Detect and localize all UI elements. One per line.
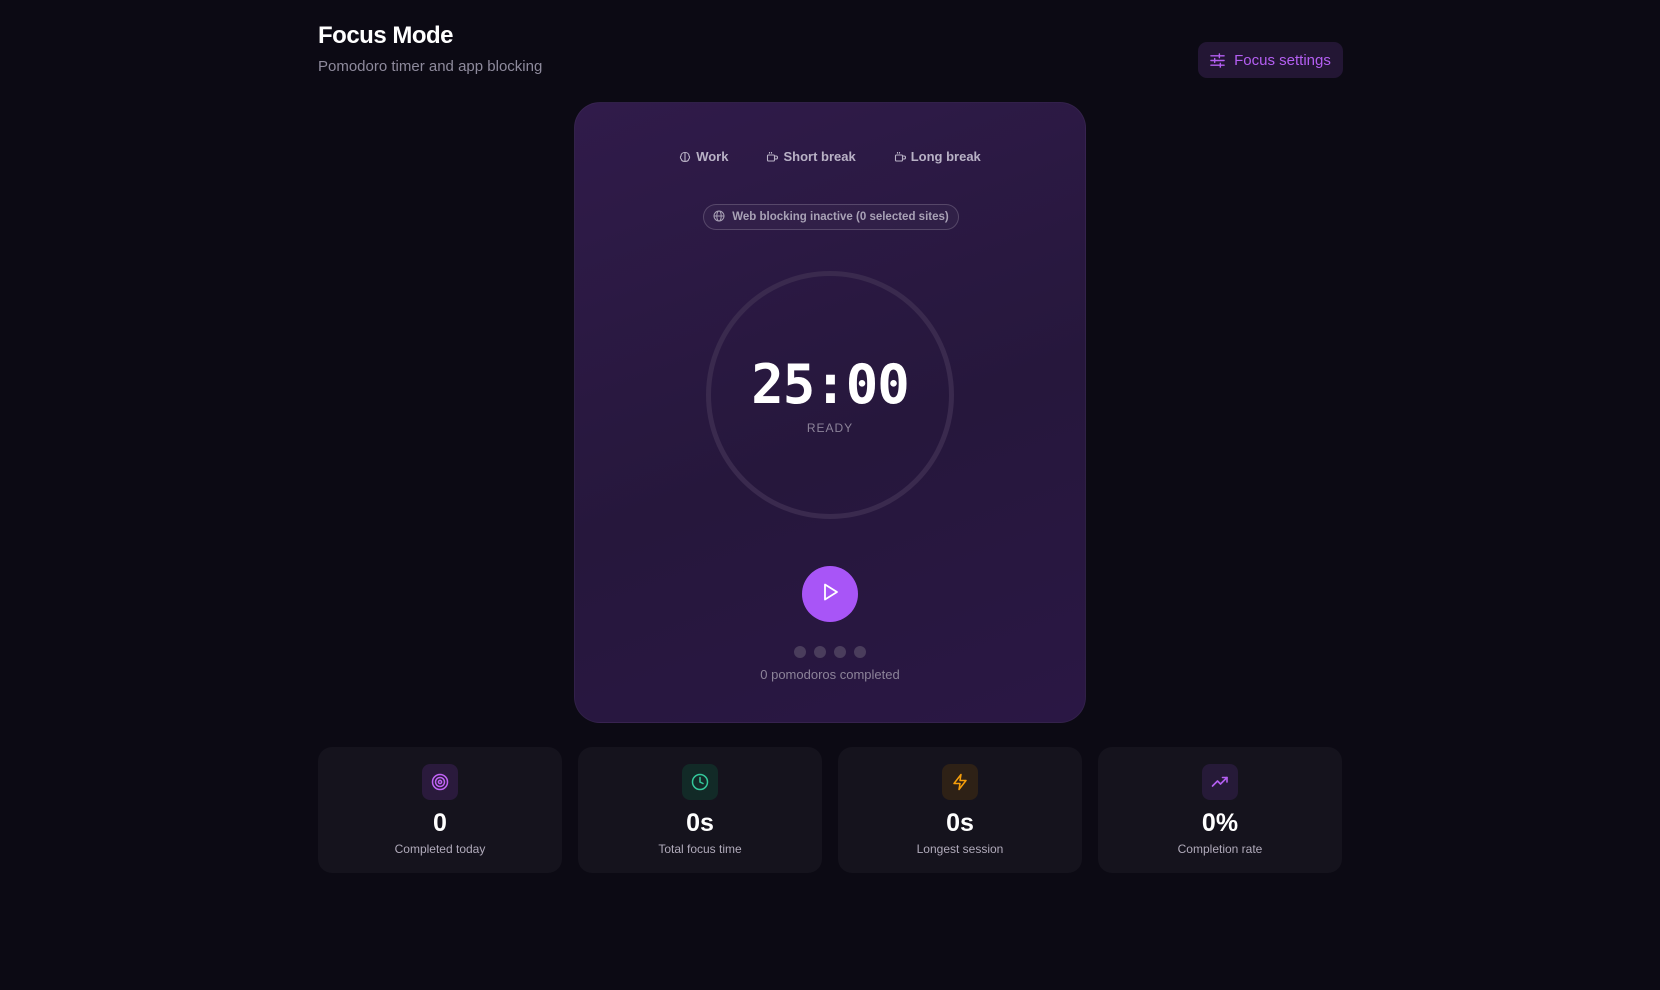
- stat-value: 0s: [946, 809, 974, 837]
- mode-tabs: Work Short break Long break: [575, 149, 1085, 164]
- timer-status: READY: [806, 421, 854, 435]
- stat-card-total-focus-time: 0s Total focus time: [578, 747, 822, 873]
- stat-card-longest-session: 0s Longest session: [838, 747, 1082, 873]
- pomodoro-dot: [834, 646, 846, 658]
- tab-long-break-label: Long break: [910, 149, 981, 164]
- target-icon: [422, 764, 458, 800]
- play-icon: [819, 581, 841, 608]
- stat-value: 0s: [686, 809, 714, 837]
- timer-card: Work Short break Long break Web blocking…: [574, 102, 1086, 723]
- stat-card-completed-today: 0 Completed today: [318, 747, 562, 873]
- start-timer-button[interactable]: [802, 566, 858, 622]
- tab-long-break[interactable]: Long break: [894, 149, 981, 164]
- web-blocking-status[interactable]: Web blocking inactive (0 selected sites): [703, 204, 959, 230]
- tab-work[interactable]: Work: [679, 149, 728, 164]
- pomodoro-dot: [814, 646, 826, 658]
- pomodoros-completed-text: 0 pomodoros completed: [760, 667, 900, 682]
- sliders-icon: [1210, 52, 1225, 68]
- page-header: Focus Mode Pomodoro timer and app blocki…: [318, 22, 542, 75]
- pomodoro-dot: [794, 646, 806, 658]
- brain-icon: [679, 151, 691, 163]
- trending-up-icon: [1202, 764, 1238, 800]
- pomodoro-progress-dots: [575, 646, 1085, 658]
- stat-label: Completion rate: [1177, 842, 1263, 856]
- tab-short-break[interactable]: Short break: [766, 149, 856, 164]
- focus-settings-label: Focus settings: [1234, 51, 1331, 69]
- coffee-icon: [766, 151, 779, 163]
- tab-work-label: Work: [696, 149, 729, 164]
- stat-label: Completed today: [394, 842, 486, 856]
- stat-card-completion-rate: 0% Completion rate: [1098, 747, 1342, 873]
- web-blocking-label: Web blocking inactive (0 selected sites): [732, 211, 949, 223]
- stat-label: Longest session: [916, 842, 1004, 856]
- stat-value: 0: [433, 809, 447, 837]
- coffee-icon: [894, 151, 906, 163]
- stat-label: Total focus time: [658, 842, 742, 856]
- stat-value: 0%: [1201, 809, 1239, 837]
- pomodoro-dot: [854, 646, 866, 658]
- page-subtitle: Pomodoro timer and app blocking: [318, 58, 543, 75]
- globe-icon: [713, 210, 725, 225]
- timer-display: 25:00: [751, 353, 910, 416]
- clock-icon: [682, 764, 718, 800]
- focus-settings-button[interactable]: Focus settings: [1198, 42, 1343, 78]
- page-title: Focus Mode: [318, 22, 454, 49]
- tab-short-break-label: Short break: [783, 149, 856, 164]
- zap-icon: [942, 764, 978, 800]
